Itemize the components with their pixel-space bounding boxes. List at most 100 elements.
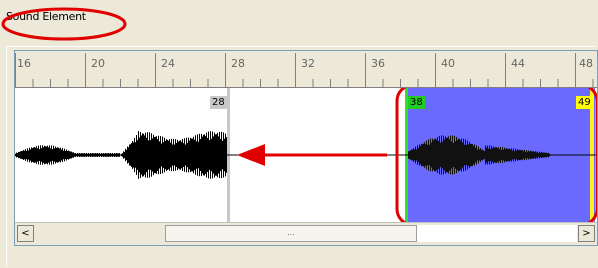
waveform-sample [45,146,46,164]
waveform-sample [421,143,422,167]
waveform-sample [23,150,24,160]
waveform-sample [469,142,470,168]
waveform-sample [199,133,200,177]
waveform-sample [487,145,488,165]
ruler-label: 48 [579,57,593,70]
horizontal-scrollbar[interactable]: < ... > [15,222,597,245]
scroll-thumb[interactable]: ... [165,225,417,242]
waveform-sample [111,153,112,157]
waveform-sample [162,136,163,174]
waveform-sample [135,142,136,168]
waveform-sample [528,150,529,160]
waveform-sample [526,150,527,160]
waveform-sample [167,139,168,171]
waveform-sample [529,151,530,159]
waveform-sample [16,152,17,158]
waveform-sample [535,151,536,159]
waveform-sample [214,132,215,178]
end-frame-marker-selected: 49 [576,96,593,109]
waveform-sample [538,152,539,158]
waveform-sample [461,138,462,172]
waveform-sample [457,139,458,171]
waveform-sample [38,145,39,165]
waveform-sample [462,142,463,168]
waveform-sample [532,151,533,159]
waveform-sample [78,153,79,157]
waveform-sample [496,147,497,163]
scroll-right-button[interactable]: > [578,225,595,242]
waveform-sample [503,149,504,161]
ruler-label: 24 [161,57,175,70]
waveform-sample [537,151,538,159]
waveform-sample [219,131,220,179]
waveform-sample [545,152,546,158]
ruler-label: 20 [91,57,105,70]
waveform-sample [137,140,138,170]
waveform-sample [481,149,482,161]
scroll-left-button[interactable]: < [17,225,34,242]
waveform-sample [468,144,469,166]
waveform-sample [224,138,225,172]
waveform-sample [67,150,68,160]
waveform-sample [480,147,481,163]
waveform-sample [73,152,74,158]
waveform-sample [409,151,410,159]
waveform-sample [151,133,152,177]
waveform-sample [466,144,467,166]
waveform-sample [132,141,133,169]
waveform-sample [69,151,70,159]
waveform-sample [205,136,206,174]
waveform-sample [122,153,123,157]
waveform-sample [85,153,86,157]
waveform-sample [80,153,81,157]
waveform-sample [93,153,94,157]
waveform-sample [420,145,421,165]
scroll-track[interactable] [417,225,577,242]
waveform-sample [439,135,440,175]
waveform-sample [209,140,210,170]
waveform-sample [184,138,185,172]
waveform-sample [124,151,125,159]
waveform-sample [173,138,174,172]
waveform-sample [37,148,38,162]
end-frame-marker: 28 [210,96,227,109]
waveform-sample [194,139,195,171]
waveform-sample [160,135,161,175]
move-arrow-head [237,144,265,166]
waveform-sample [441,135,442,175]
waveform-sample [147,132,148,178]
waveform-sample [131,143,132,167]
waveform-sample [540,152,541,158]
ruler-label: 32 [301,57,315,70]
waveform-sample [178,141,179,169]
waveform-sample [63,150,64,160]
waveform-sample [418,147,419,163]
waveform-sample [149,132,150,178]
waveform-sample [169,139,170,171]
waveform-sample [159,141,160,169]
waveform-sample [213,136,214,174]
waveform-sample [168,140,169,170]
waveform-sample [512,150,513,160]
waveform-sample [459,138,460,172]
waveform-sample [467,140,468,170]
waveform-sample [522,149,523,161]
waveform-track[interactable]: 28 38 49 [15,88,597,222]
waveform-sample [154,137,155,173]
waveform-sample [490,148,491,162]
waveform-sample [190,137,191,173]
waveform-sample [217,132,218,178]
waveform-sample [484,151,485,159]
waveform-sample [104,153,105,157]
waveform-sample [153,134,154,176]
waveform-sample [434,138,435,172]
waveform-sample [142,133,143,177]
waveform-sample [478,146,479,164]
waveform-sample [524,149,525,161]
waveform-sample [19,152,20,158]
waveform-sample [215,134,216,176]
waveform-sample [66,149,67,161]
waveform-sample [65,150,66,160]
waveform-sample [208,131,209,179]
waveform-sample [422,143,423,167]
